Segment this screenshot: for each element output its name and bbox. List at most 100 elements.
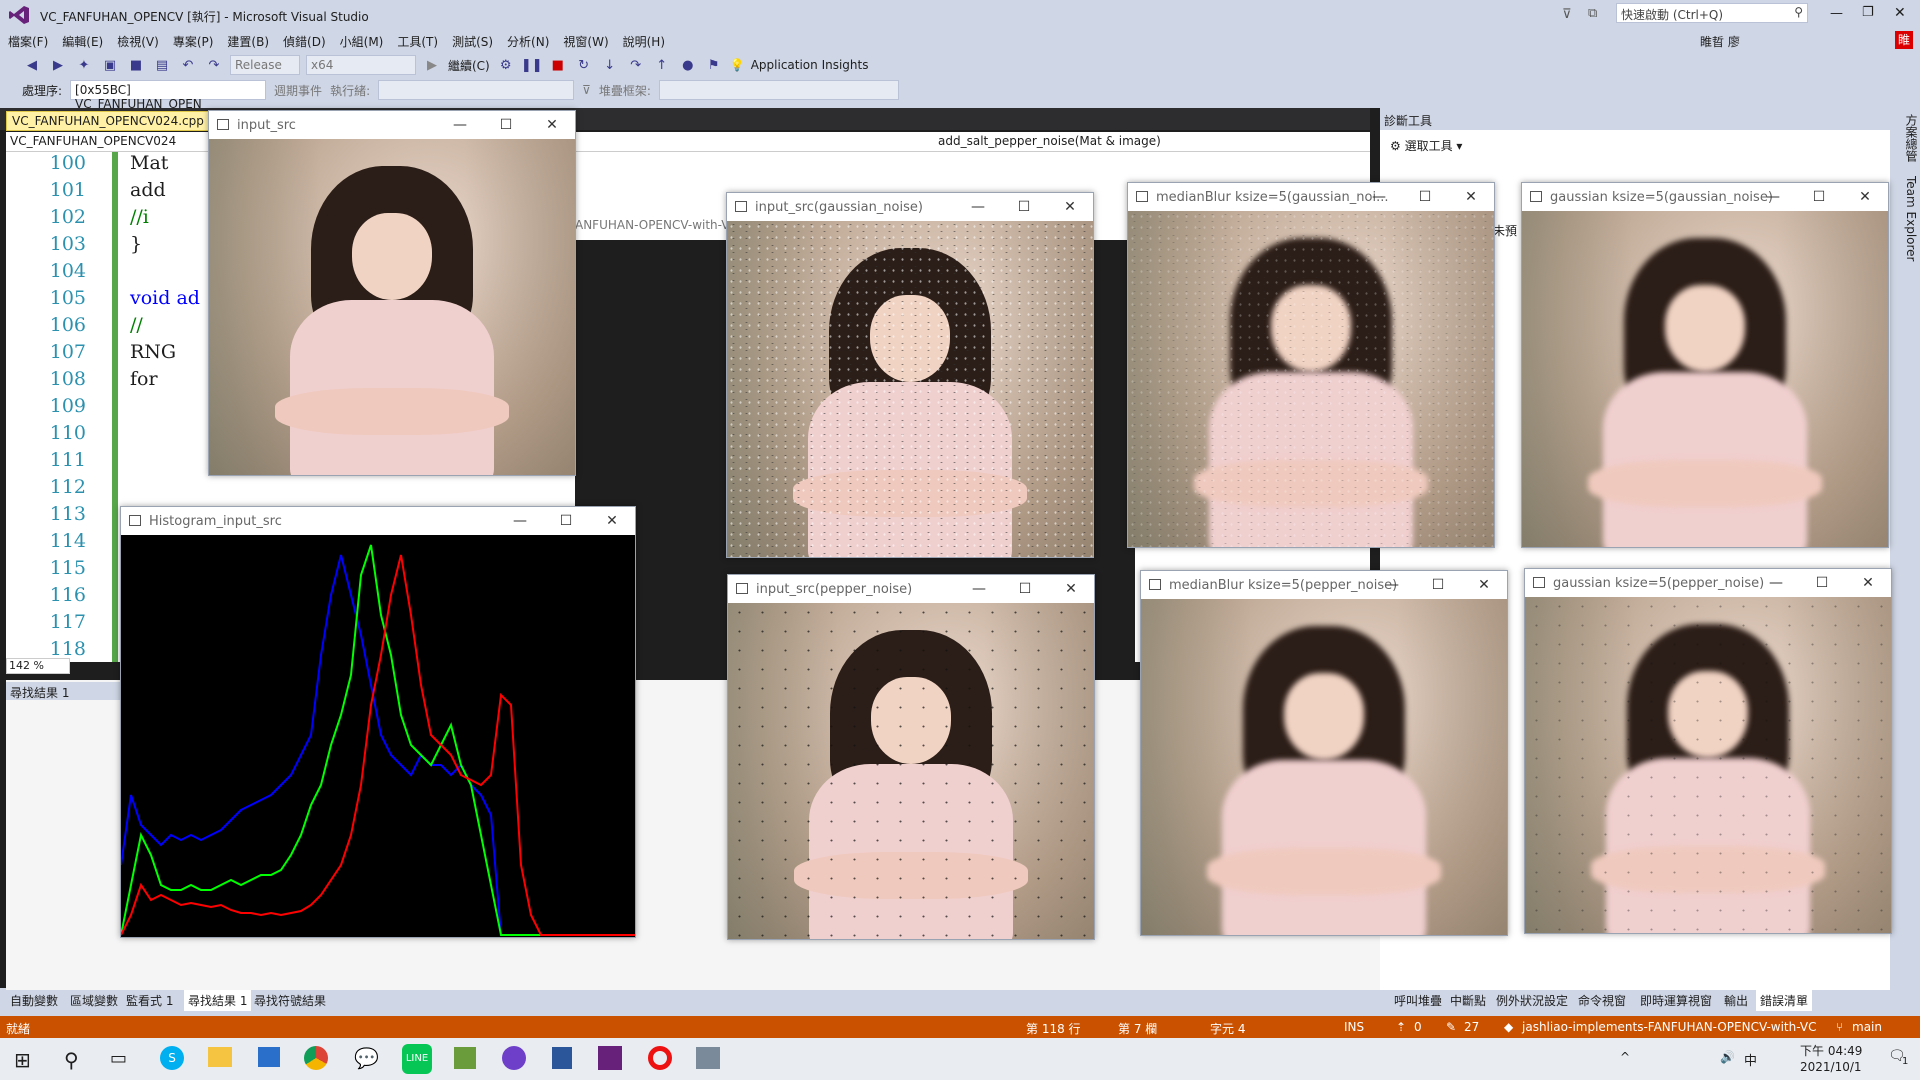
minimize-icon[interactable]: — [497, 507, 543, 535]
zoom-dropdown[interactable]: 142 % [6, 658, 70, 674]
search-taskbar-icon[interactable]: ⚲ [64, 1048, 79, 1072]
user-name[interactable]: 睢晢 廖 [1700, 33, 1740, 50]
menu-file[interactable]: 檔案(F) [8, 33, 48, 50]
close-icon[interactable]: ✕ [1845, 569, 1891, 597]
tab-find-results[interactable]: 尋找結果 1 [184, 990, 252, 1011]
close-icon[interactable]: ✕ [589, 507, 635, 535]
back-icon[interactable]: ◀ [22, 55, 42, 75]
step-into-icon[interactable]: ↓ [600, 55, 620, 75]
user-avatar[interactable]: 睢 [1895, 31, 1913, 49]
minimize-icon[interactable]: — [437, 111, 483, 139]
line-icon[interactable]: LINE [402, 1044, 432, 1074]
restore-button[interactable]: ❐ [1862, 5, 1874, 20]
save-all-icon[interactable]: ▤ [152, 55, 172, 75]
close-icon[interactable]: ✕ [1047, 193, 1093, 221]
restart-icon[interactable]: ↻ [574, 55, 594, 75]
bookmark-icon[interactable]: ⚑ [704, 55, 724, 75]
window-histogram[interactable]: Histogram_input_src — ☐ ✕ [120, 506, 636, 938]
filter-icon[interactable]: ⊽ [1562, 7, 1572, 22]
new-project-icon[interactable]: ✦ [74, 55, 94, 75]
window-pepper-noise[interactable]: input_src(pepper_noise) — ☐ ✕ [727, 574, 1095, 940]
maximize-icon[interactable]: ☐ [1402, 183, 1448, 211]
minimize-icon[interactable]: — [1753, 569, 1799, 597]
pause-icon[interactable]: ❚❚ [521, 55, 543, 75]
continue-button[interactable]: 繼續(C) [448, 57, 490, 74]
save-icon[interactable]: ■ [126, 55, 146, 75]
github-icon[interactable] [502, 1046, 526, 1070]
window-input-src[interactable]: input_src — ☐ ✕ [208, 110, 576, 476]
status-branch[interactable]: main [1852, 1020, 1882, 1034]
menu-analyze[interactable]: 分析(N) [507, 33, 549, 50]
platform-dropdown[interactable]: x64 [306, 55, 416, 75]
continue-icon[interactable]: ▶ [422, 55, 442, 75]
volume-icon[interactable]: 🔊 [1720, 1050, 1735, 1064]
opera-icon[interactable] [648, 1046, 672, 1070]
tab-find-symbol[interactable]: 尋找符號結果 [254, 992, 326, 1009]
notepad-icon[interactable] [454, 1047, 476, 1069]
tab-call-stack[interactable]: 呼叫堆疊 [1394, 992, 1442, 1009]
redo-icon[interactable]: ↷ [204, 55, 224, 75]
filter-thread-icon[interactable]: ⊽ [582, 83, 591, 97]
minimize-icon[interactable]: — [1356, 183, 1402, 211]
file-explorer-icon[interactable] [208, 1047, 232, 1067]
menu-window[interactable]: 視窗(W) [563, 33, 608, 50]
select-tool-button[interactable]: ⚙ 選取工具 ▾ [1390, 137, 1462, 154]
word-icon[interactable] [552, 1047, 572, 1069]
maximize-icon[interactable]: ☐ [483, 111, 529, 139]
tray-chevron-icon[interactable]: ^ [1620, 1050, 1630, 1064]
quick-launch-input[interactable]: 快速啟動 (Ctrl+Q) ⚲ [1616, 3, 1808, 23]
maximize-icon[interactable]: ☐ [1415, 571, 1461, 599]
tab-watch[interactable]: 監看式 1 [126, 992, 173, 1009]
menu-edit[interactable]: 編輯(E) [62, 33, 103, 50]
attach-icon[interactable]: ⚙ [496, 55, 516, 75]
tab-error-list[interactable]: 錯誤清單 [1756, 990, 1813, 1011]
close-icon[interactable]: ✕ [1461, 571, 1507, 599]
menu-debug[interactable]: 偵錯(D) [283, 33, 326, 50]
tab-locals[interactable]: 區域變數 [70, 992, 118, 1009]
maximize-icon[interactable]: ☐ [1002, 575, 1048, 603]
console-app-icon[interactable] [696, 1047, 720, 1069]
config-dropdown[interactable]: Release [230, 55, 300, 75]
close-icon[interactable]: ✕ [1048, 575, 1094, 603]
tab-command-window[interactable]: 命令視窗 [1578, 992, 1626, 1009]
close-icon[interactable]: ✕ [1448, 183, 1494, 211]
breakpoint-icon[interactable]: ● [678, 55, 698, 75]
task-view-icon[interactable]: ▭ [110, 1048, 127, 1069]
thread-dropdown[interactable] [378, 80, 575, 100]
close-icon[interactable]: ✕ [529, 111, 575, 139]
menu-help[interactable]: 說明(H) [623, 33, 665, 50]
team-explorer-tab[interactable]: Team Explorer [1904, 176, 1918, 262]
visual-studio-taskbar-icon[interactable] [598, 1046, 622, 1070]
tab-immediate-window[interactable]: 即時運算視窗 [1640, 992, 1712, 1009]
pencil-icon[interactable]: ✎ [1446, 1020, 1456, 1034]
lifecycle-events-button[interactable]: 週期事件 [274, 82, 322, 99]
app-icon[interactable] [258, 1047, 280, 1067]
open-icon[interactable]: ▣ [100, 55, 120, 75]
maximize-icon[interactable]: ☐ [543, 507, 589, 535]
window-gaussian-noise[interactable]: input_src(gaussian_noise) — ☐ ✕ [726, 192, 1094, 558]
clock-time[interactable]: 下午 04:49 [1800, 1042, 1862, 1059]
menu-project[interactable]: 專案(P) [173, 33, 214, 50]
maximize-icon[interactable]: ☐ [1799, 569, 1845, 597]
skype-icon[interactable]: S [160, 1046, 184, 1070]
wechat-icon[interactable]: 💬 [354, 1046, 379, 1070]
maximize-icon[interactable]: ☐ [1796, 183, 1842, 211]
menu-build[interactable]: 建置(B) [227, 33, 269, 50]
document-tab[interactable]: VC_FANFUHAN_OPENCV024.cpp [6, 111, 210, 131]
solution-explorer-tab[interactable]: 方案總管 [1904, 114, 1918, 162]
maximize-icon[interactable]: ☐ [1001, 193, 1047, 221]
window-median-gaussian[interactable]: medianBlur ksize=5(gaussian_noi... — ☐ ✕ [1127, 182, 1495, 548]
ime-indicator[interactable]: 中 [1744, 1050, 1757, 1069]
menu-view[interactable]: 檢視(V) [117, 33, 159, 50]
status-repo[interactable]: jashliao-implements-FANFUHAN-OPENCV-with… [1522, 1020, 1816, 1034]
tab-exception-settings[interactable]: 例外狀況設定 [1496, 992, 1568, 1009]
publish-icon[interactable]: ⇡ [1396, 1020, 1406, 1034]
close-button[interactable]: ✕ [1894, 5, 1906, 21]
minimize-icon[interactable]: — [955, 193, 1001, 221]
tab-autos[interactable]: 自動變數 [10, 992, 58, 1009]
project-nav[interactable]: VC_FANFUHAN_OPENCV024 [10, 134, 176, 148]
window-gaussian-gaussian[interactable]: gaussian ksize=5(gaussian_noise) — ☐ ✕ [1521, 182, 1889, 548]
tab-output[interactable]: 輸出 [1724, 992, 1748, 1009]
menu-tools[interactable]: 工具(T) [397, 33, 438, 50]
stack-frame-dropdown[interactable] [658, 80, 899, 100]
